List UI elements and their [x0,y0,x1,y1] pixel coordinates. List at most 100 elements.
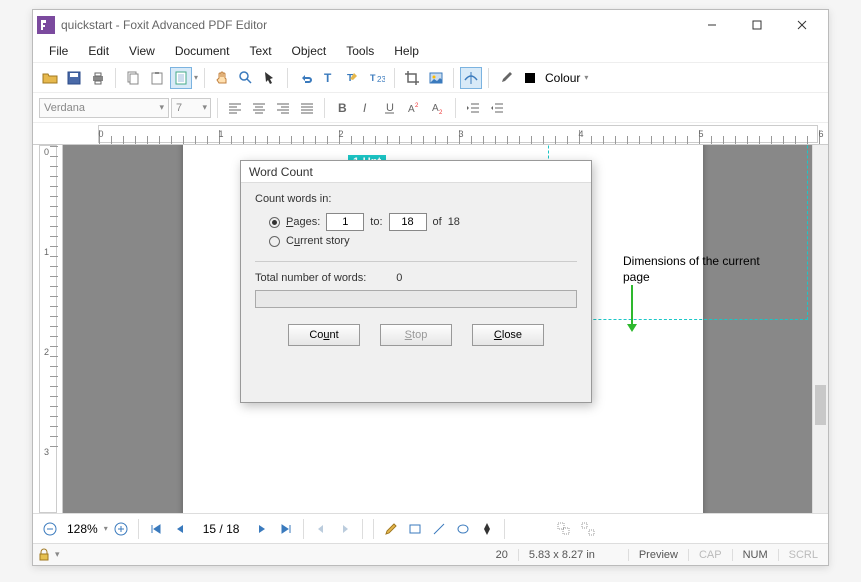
svg-text:B: B [338,101,347,115]
vertical-ruler: 0123 [33,145,63,513]
save-icon[interactable] [63,67,85,89]
horizontal-ruler: 0123456 [33,122,828,144]
underline-icon[interactable]: U [379,97,401,119]
fontsize-selector[interactable]: 7 [171,98,211,118]
dialog-title: Word Count [241,161,591,183]
menu-text[interactable]: Text [240,42,282,60]
page-from-input[interactable] [326,213,364,231]
rect-tool-icon[interactable] [404,518,426,540]
status-page: 20 [486,549,519,561]
pen-tool-icon[interactable] [476,518,498,540]
font-selector[interactable]: Verdana [39,98,169,118]
close-button[interactable] [779,10,824,40]
progress-bar [255,290,577,308]
forward-icon[interactable] [334,518,356,540]
back-icon[interactable] [310,518,332,540]
zoom-dropdown[interactable]: ▾ [104,524,108,533]
menu-edit[interactable]: Edit [78,42,119,60]
zoom-in-icon[interactable] [110,518,132,540]
eyedropper-icon[interactable] [495,67,517,89]
total-words-label: Total number of words: [255,272,366,284]
menu-document[interactable]: Document [165,42,240,60]
group-icon[interactable] [553,518,575,540]
crop-icon[interactable] [401,67,423,89]
svg-text:T: T [324,71,332,85]
current-story-label: Current story [286,235,350,247]
svg-text:2: 2 [415,103,419,109]
colour-label: Colour [545,71,580,85]
menu-help[interactable]: Help [384,42,429,60]
window-title: quickstart - Foxit Advanced PDF Editor [61,18,689,32]
last-page-icon[interactable] [275,518,297,540]
titlebar: quickstart - Foxit Advanced PDF Editor [33,10,828,40]
page-indicator: 15 / 18 [203,522,240,536]
of-total: 18 [448,216,460,228]
zoom-icon[interactable] [235,67,257,89]
toolbar-text: Verdana 7 B I U A2 A2 [33,92,828,122]
copy-icon[interactable] [122,67,144,89]
bold-icon[interactable]: B [331,97,353,119]
stop-button[interactable]: Stop [380,324,452,346]
hand-icon[interactable] [211,67,233,89]
app-icon [37,16,55,34]
zoom-out-icon[interactable] [39,518,61,540]
prev-page-icon[interactable] [169,518,191,540]
align-left-icon[interactable] [224,97,246,119]
fit-page-icon[interactable] [170,67,192,89]
undo-icon[interactable] [294,67,316,89]
pages-label: Pages: [286,216,320,228]
count-words-in-label: Count words in: [255,193,577,205]
minimize-button[interactable] [689,10,734,40]
italic-icon[interactable]: I [355,97,377,119]
svg-text:U: U [386,102,394,114]
paste-icon[interactable] [146,67,168,89]
menu-tools[interactable]: Tools [336,42,384,60]
next-page-icon[interactable] [251,518,273,540]
pencil-tool-icon[interactable] [380,518,402,540]
colour-swatch-icon[interactable] [519,67,541,89]
ruler-icon[interactable] [460,67,482,89]
align-right-icon[interactable] [272,97,294,119]
print-icon[interactable] [87,67,109,89]
close-dialog-button[interactable]: Close [472,324,544,346]
indent-right-icon[interactable] [486,97,508,119]
menu-view[interactable]: View [119,42,165,60]
pages-radio[interactable] [269,217,280,228]
status-bar: ▾ 20 5.83 x 8.27 in Preview CAP NUM SCRL [33,543,828,565]
page-to-input[interactable] [389,213,427,231]
svg-text:2: 2 [439,110,443,116]
status-dimensions: 5.83 x 8.27 in [519,549,629,561]
zoom-value: 128% [67,522,98,536]
first-page-icon[interactable] [145,518,167,540]
svg-text:A: A [408,104,415,115]
of-label: of [433,216,442,228]
status-preview: Preview [629,549,689,561]
current-story-radio[interactable] [269,236,280,247]
text-number-icon[interactable]: T23 [366,67,388,89]
image-icon[interactable] [425,67,447,89]
align-center-icon[interactable] [248,97,270,119]
maximize-button[interactable] [734,10,779,40]
text-edit-icon[interactable]: T [342,67,364,89]
text-tool-icon[interactable]: T [318,67,340,89]
superscript-icon[interactable]: A2 [403,97,425,119]
subscript-icon[interactable]: A2 [427,97,449,119]
svg-text:23: 23 [377,75,385,84]
indent-left-icon[interactable] [462,97,484,119]
menu-file[interactable]: File [39,42,78,60]
count-button[interactable]: Count [288,324,360,346]
word-count-dialog: Word Count Count words in: Pages: to: of… [240,160,592,403]
pointer-icon[interactable] [259,67,281,89]
arrow-icon [631,285,633,325]
ellipse-tool-icon[interactable] [452,518,474,540]
toolbar-main: ▾ T T T23 Colour ▾ [33,62,828,92]
status-cap: CAP [689,549,733,561]
line-tool-icon[interactable] [428,518,450,540]
align-justify-icon[interactable] [296,97,318,119]
ungroup-icon[interactable] [577,518,599,540]
lock-icon [37,548,51,562]
open-icon[interactable] [39,67,61,89]
menu-object[interactable]: Object [282,42,337,60]
vertical-scrollbar[interactable] [812,145,828,513]
total-words-value: 0 [396,272,402,284]
